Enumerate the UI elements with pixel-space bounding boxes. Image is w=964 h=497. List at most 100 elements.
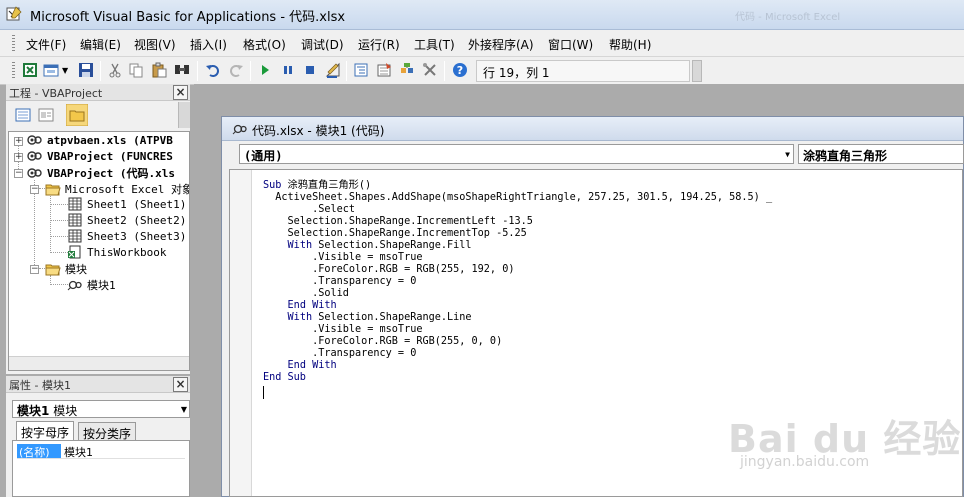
code-line[interactable]: .ForeColor.RGB = RGB(255, 192, 0): [263, 264, 772, 276]
cut-icon[interactable]: [107, 62, 123, 78]
menu-debug[interactable]: 调试(D): [301, 36, 344, 53]
menu-tools[interactable]: 工具(T): [414, 36, 455, 53]
cursor-position-status: 行 19，列 1: [476, 60, 690, 82]
code-line[interactable]: End Sub: [263, 372, 772, 384]
code-line[interactable]: .Visible = msoTrue: [263, 324, 772, 336]
collapse-toggle-modules[interactable]: −: [30, 265, 39, 274]
expand-toggle-funcres[interactable]: +: [14, 153, 23, 162]
vba-app-icon: [6, 6, 22, 21]
expand-toggle-atpvbaen[interactable]: +: [14, 137, 23, 146]
procedure-dropdown[interactable]: 涂鸦直角三角形: [798, 144, 964, 164]
code-line[interactable]: End With: [263, 300, 772, 312]
tree-item-modules-folder[interactable]: 模块: [45, 261, 88, 277]
toolbar-overflow-button[interactable]: [692, 60, 702, 82]
code-line[interactable]: ActiveSheet.Shapes.AddShape(msoShapeRigh…: [263, 192, 772, 204]
properties-pane-title: 属性 - 模块1: [9, 379, 71, 392]
tree-item-thisworkbook[interactable]: ThisWorkbook: [67, 245, 167, 261]
menu-addins[interactable]: 外接程序(A): [468, 36, 534, 53]
chevron-down-icon[interactable]: ▼: [181, 405, 187, 414]
code-window-title: 代码.xlsx - 模块1 (代码): [252, 124, 385, 138]
break-icon[interactable]: [280, 62, 296, 78]
object-selector[interactable]: 模块1 模块 ▼: [12, 400, 190, 418]
project-pane-title: 工程 - VBAProject: [9, 87, 103, 100]
close-icon[interactable]: ×: [173, 85, 188, 100]
tab-categorized[interactable]: 按分类序: [78, 422, 137, 441]
property-value[interactable]: 模块1: [64, 444, 93, 460]
menu-help[interactable]: 帮助(H): [609, 36, 651, 53]
tree-item-daima-project[interactable]: VBAProject (代码.xls: [27, 165, 176, 181]
object-dropdown[interactable]: (通用) ▼: [239, 144, 794, 164]
tree-item-sheet1[interactable]: Sheet1 (Sheet1): [67, 197, 187, 213]
property-key: (名称): [17, 444, 61, 459]
menu-edit[interactable]: 编辑(E): [80, 36, 121, 53]
chevron-down-icon[interactable]: ▼: [62, 66, 70, 82]
code-line[interactable]: Selection.ShapeRange.IncrementTop -5.25: [263, 228, 772, 240]
save-icon[interactable]: [78, 62, 94, 78]
code-editor[interactable]: Sub 涂鸦直角三角形() ActiveSheet.Shapes.AddShap…: [229, 169, 963, 497]
view-object-icon[interactable]: [37, 106, 55, 124]
copy-icon[interactable]: [128, 62, 144, 78]
collapse-toggle-daima[interactable]: −: [14, 169, 23, 178]
tree-item-atpvbaen[interactable]: atpvbaen.xls (ATPVB: [27, 133, 174, 149]
reset-icon[interactable]: [302, 62, 318, 78]
property-row[interactable]: (名称) 模块1: [17, 444, 185, 459]
code-line[interactable]: Sub 涂鸦直角三角形(): [263, 180, 772, 192]
tree-item-module1[interactable]: 模块1: [67, 277, 117, 293]
paste-icon[interactable]: [151, 62, 167, 78]
tree-connector: [50, 220, 68, 221]
code-line[interactable]: .Transparency = 0: [263, 276, 772, 288]
menubar-grip[interactable]: [12, 35, 15, 52]
code-line[interactable]: .Visible = msoTrue: [263, 252, 772, 264]
project-explorer-icon[interactable]: [353, 62, 369, 78]
window-title: Microsoft Visual Basic for Applications …: [30, 10, 346, 25]
excel-icon[interactable]: [22, 62, 38, 78]
view-code-icon[interactable]: [14, 106, 32, 124]
design-mode-icon[interactable]: [325, 62, 341, 78]
menu-file[interactable]: 文件(F): [26, 36, 66, 53]
menu-format[interactable]: 格式(O): [243, 36, 286, 53]
toggle-folders-icon[interactable]: [66, 104, 88, 126]
menu-run[interactable]: 运行(R): [358, 36, 400, 53]
toolbox-icon[interactable]: [422, 62, 438, 78]
code-margin-indicator-bar[interactable]: [230, 170, 252, 496]
standard-toolbar: ▼ ? 行 19，列 1: [0, 57, 964, 85]
code-line[interactable]: End With: [263, 360, 772, 372]
help-icon[interactable]: ?: [452, 62, 468, 78]
menu-insert[interactable]: 插入(I): [190, 36, 227, 53]
toolbar-grip[interactable]: [12, 62, 15, 80]
object-browser-icon[interactable]: [399, 62, 415, 78]
tree-item-sheet3[interactable]: Sheet3 (Sheet3): [67, 229, 187, 245]
code-line[interactable]: With Selection.ShapeRange.Line: [263, 312, 772, 324]
run-icon[interactable]: [257, 62, 273, 78]
insert-userform-icon[interactable]: [43, 62, 59, 78]
project-toolbar-overflow[interactable]: [178, 102, 190, 128]
menu-window[interactable]: 窗口(W): [548, 36, 593, 53]
redo-icon[interactable]: [228, 62, 244, 78]
close-icon[interactable]: ×: [173, 377, 188, 392]
undo-icon[interactable]: [205, 62, 221, 78]
project-tree-hscrollbar[interactable]: [9, 356, 189, 370]
project-pane-toolbar: [6, 102, 190, 128]
properties-grid: (名称) 模块1: [12, 440, 190, 497]
chevron-down-icon[interactable]: ▼: [785, 150, 790, 159]
code-line[interactable]: .Select: [263, 204, 772, 216]
module-icon: [67, 280, 82, 291]
code-line[interactable]: .Transparency = 0: [263, 348, 772, 360]
toolbar-separator: [100, 61, 101, 81]
tree-item-sheet2[interactable]: Sheet2 (Sheet2): [67, 213, 187, 229]
find-icon[interactable]: [174, 62, 190, 78]
code-line[interactable]: .ForeColor.RGB = RGB(255, 0, 0): [263, 336, 772, 348]
project-explorer-pane: 工程 - VBAProject × + atpvbaen.xls (ATPVB …: [6, 84, 190, 374]
vba-project-icon: [27, 168, 42, 178]
properties-tabs: 按字母序 按分类序: [12, 421, 190, 441]
tab-alphabetic[interactable]: 按字母序: [16, 421, 75, 441]
tree-item-excel-objects[interactable]: Microsoft Excel 对象: [45, 181, 189, 197]
collapse-toggle-excel-objects[interactable]: −: [30, 185, 39, 194]
code-line[interactable]: Selection.ShapeRange.IncrementLeft -13.5: [263, 216, 772, 228]
code-line[interactable]: With Selection.ShapeRange.Fill: [263, 240, 772, 252]
code-line[interactable]: .Solid: [263, 288, 772, 300]
properties-window-icon[interactable]: [376, 62, 392, 78]
menu-view[interactable]: 视图(V): [134, 36, 176, 53]
tree-item-funcres[interactable]: VBAProject (FUNCRES: [27, 149, 174, 165]
toolbar-separator: [444, 61, 445, 81]
